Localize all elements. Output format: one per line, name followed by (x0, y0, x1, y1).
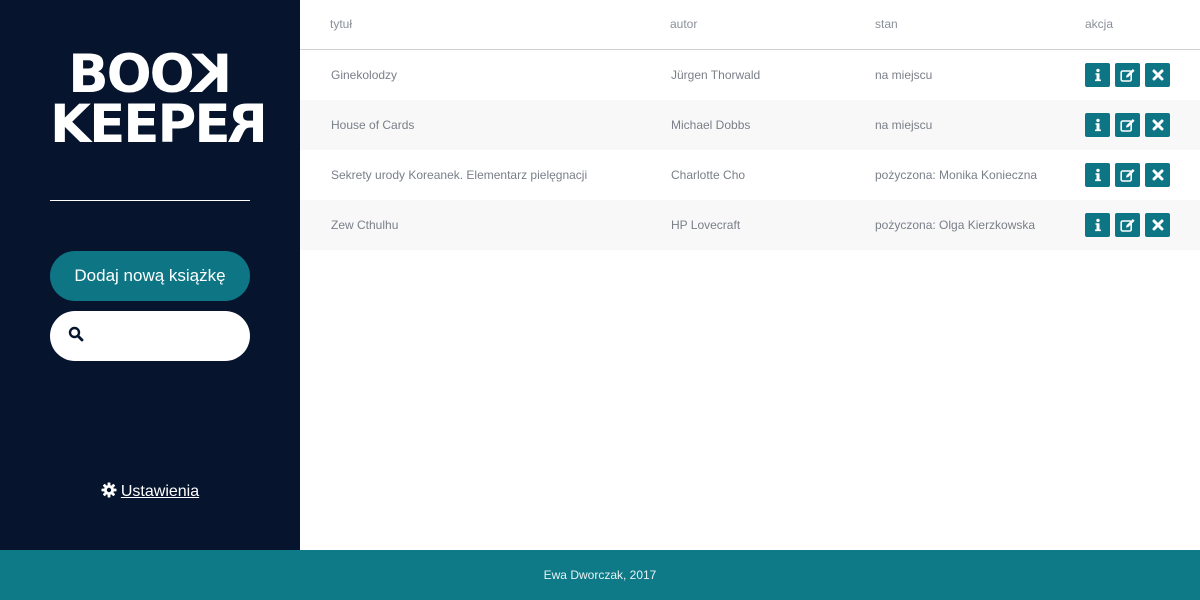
cell-title: Ginekolodzy (331, 68, 398, 82)
row-actions (1085, 163, 1170, 187)
row-actions (1085, 213, 1170, 237)
logo-line-1: BOOK (50, 44, 250, 105)
logo-line-2: KEEPER (50, 94, 267, 155)
cell-status: na miejscu (875, 68, 933, 82)
edit-icon (1119, 168, 1136, 183)
cell-status: na miejscu (875, 118, 933, 132)
cell-author: HP Lovecraft (671, 218, 741, 232)
header-status: stan (875, 17, 898, 31)
info-button[interactable] (1085, 163, 1110, 187)
sidebar: BOOK KEEPER Dodaj nową książkę Ustawieni… (0, 0, 300, 550)
table-row: Zew Cthulhu HP Lovecraft pożyczona: Olga K… (300, 200, 1200, 250)
row-actions (1085, 113, 1170, 137)
search-box[interactable] (50, 311, 250, 361)
settings-link[interactable]: Ustawienia (121, 483, 199, 501)
header-action: akcja (1085, 17, 1114, 31)
search-input[interactable] (94, 321, 234, 351)
edit-icon (1119, 118, 1136, 133)
edit-button[interactable] (1115, 63, 1140, 87)
info-button[interactable] (1085, 113, 1110, 137)
footer-credit: Ewa Dworczak, 2017 (543, 568, 657, 582)
table-row: Ginekolodzy Jürgen Thorwald na miejscu (300, 50, 1200, 100)
delete-icon (1152, 169, 1164, 181)
logo-mirrored-k: K (192, 44, 232, 105)
delete-icon (1152, 69, 1164, 81)
cell-author: Charlotte Cho (671, 168, 746, 182)
sidebar-divider (50, 200, 250, 201)
edit-button[interactable] (1115, 113, 1140, 137)
footer: Ewa Dworczak, 2017 (0, 550, 1200, 600)
logo-mirrored-r: R (228, 94, 268, 155)
delete-button[interactable] (1145, 63, 1170, 87)
table-row: Sekrety urody Koreanek. Elementarz pielę… (300, 150, 1200, 200)
info-icon (1092, 168, 1104, 182)
cell-author: Jürgen Thorwald (671, 68, 761, 82)
add-book-button[interactable]: Dodaj nową książkę (50, 251, 250, 301)
header-title: tytuł (330, 17, 353, 31)
info-button[interactable] (1085, 213, 1110, 237)
edit-icon (1119, 218, 1136, 233)
info-icon (1092, 68, 1104, 82)
delete-icon (1152, 219, 1164, 231)
row-actions (1085, 63, 1170, 87)
delete-button[interactable] (1145, 163, 1170, 187)
table-header: tytuł autor stan akcja (300, 0, 1200, 50)
delete-button[interactable] (1145, 213, 1170, 237)
info-icon (1092, 218, 1104, 232)
edit-icon (1119, 68, 1136, 83)
gear-icon (101, 482, 117, 503)
search-icon (68, 326, 84, 347)
settings-link-container: Ustawienia (0, 480, 300, 504)
cell-status: pożyczona: Olga Kierzkowska (875, 218, 1036, 232)
cell-title: Zew Cthulhu (331, 218, 399, 232)
delete-button[interactable] (1145, 113, 1170, 137)
header-author: autor (670, 17, 698, 31)
edit-button[interactable] (1115, 213, 1140, 237)
cell-title: Sekrety urody Koreanek. Elementarz pielę… (331, 168, 588, 182)
info-icon (1092, 118, 1104, 132)
bookkeeper-logo: BOOK KEEPER (50, 44, 267, 155)
edit-button[interactable] (1115, 163, 1140, 187)
info-button[interactable] (1085, 63, 1110, 87)
table-row: House of Cards Michael Dobbs na miejscu (300, 100, 1200, 150)
cell-author: Michael Dobbs (671, 118, 751, 132)
delete-icon (1152, 119, 1164, 131)
book-table: tytuł autor stan akcja Ginekolodzy Jürgen… (300, 0, 1200, 550)
cell-title: House of Cards (331, 118, 415, 132)
cell-status: pożyczona: Monika Konieczna (875, 168, 1038, 182)
